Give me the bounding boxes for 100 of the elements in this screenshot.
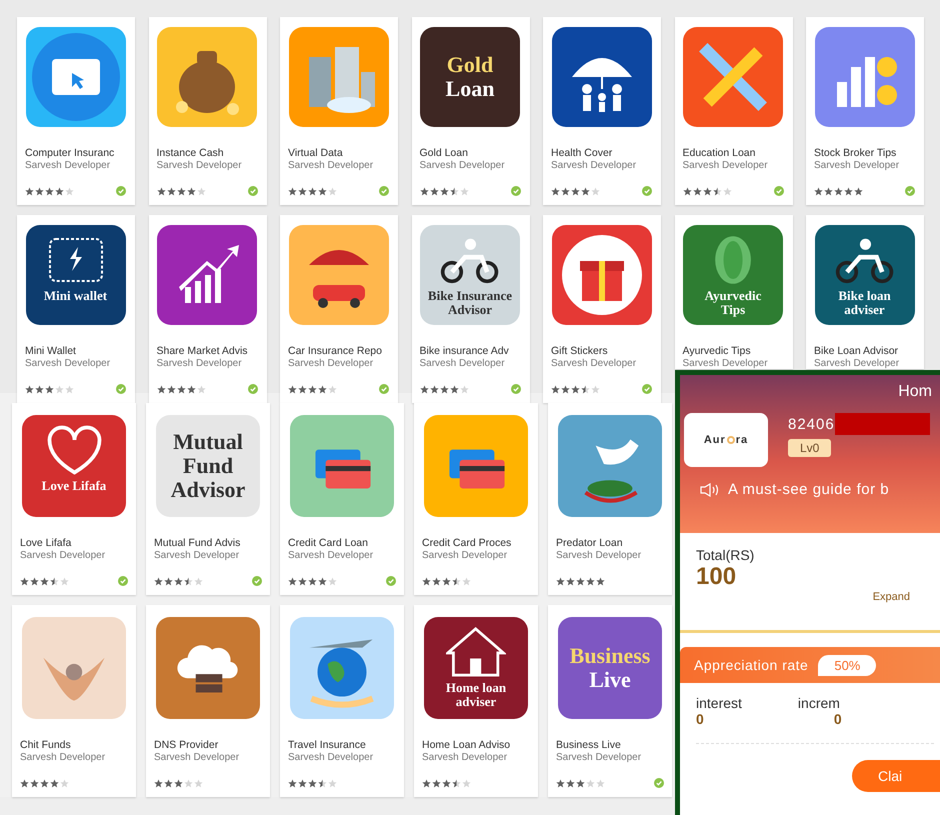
developer-name: Sarvesh Developer xyxy=(420,358,506,369)
app-card[interactable]: Chit Funds Sarvesh Developer xyxy=(12,605,136,797)
stat-value: 0 xyxy=(696,711,705,727)
total-amount: 100 xyxy=(696,563,738,591)
hearts-icon xyxy=(46,425,102,475)
app-title[interactable]: DNS Provider xyxy=(154,739,262,751)
icon-label: Love Lifafa xyxy=(40,479,108,494)
developer-name: Sarvesh Developer xyxy=(422,752,508,763)
app-card[interactable]: Computer Insuranc Sarvesh Developer xyxy=(17,17,135,205)
developer-name: Sarvesh Developer xyxy=(288,550,374,561)
app-card[interactable]: Virtual Data Sarvesh Developer xyxy=(280,17,398,205)
star-icon xyxy=(65,384,74,394)
developer-name: Sarvesh Developer xyxy=(422,550,508,561)
star-icon xyxy=(154,576,163,586)
app-card[interactable]: Stock Broker Tips Sarvesh Developer xyxy=(806,17,924,205)
app-card[interactable]: Credit Card Loan Sarvesh Developer xyxy=(280,403,404,595)
app-card[interactable]: Bike Insurance Advisor Bike insurance Adv Sarvesh Developer xyxy=(412,215,530,403)
screen-title: Hom xyxy=(898,383,932,401)
star-icon xyxy=(318,384,327,394)
app-card[interactable]: Mutual Fund Advisor Mutual Fund Advis Sarvesh Developer xyxy=(146,403,270,595)
star-icon xyxy=(55,384,64,394)
star-icon xyxy=(571,186,580,196)
app-card[interactable]: Education Loan Sarvesh Developer xyxy=(674,17,792,205)
icon-label: Ayurvedic xyxy=(704,289,762,304)
star-icon xyxy=(154,778,163,788)
star-icon xyxy=(166,186,176,196)
star-icon xyxy=(566,778,575,788)
app-title[interactable]: Mutual Fund Advis xyxy=(154,537,262,549)
star-icon xyxy=(156,384,166,394)
app-title[interactable]: Bike insurance Adv xyxy=(420,345,520,357)
stat-label: increm xyxy=(798,695,841,711)
developer-name: Sarvesh Developer xyxy=(25,160,112,171)
developer-name: Sarvesh Developer xyxy=(556,550,642,561)
developer-name: Sarvesh Developer xyxy=(556,752,642,763)
app-title[interactable]: Predator Loan xyxy=(556,537,664,549)
star-icon xyxy=(45,186,54,196)
developer-name: Sarvesh Developer xyxy=(156,358,243,369)
star-icon xyxy=(328,576,337,586)
app-title[interactable]: Mini Wallet xyxy=(25,345,126,357)
star-icon xyxy=(186,186,196,196)
developer-name: Sarvesh Developer xyxy=(288,752,374,763)
star-icon xyxy=(194,576,203,586)
app-card[interactable]: DNS Provider Sarvesh Developer xyxy=(146,605,270,797)
star-icon xyxy=(460,384,468,394)
app-card[interactable]: Bike loan adviser Bike Loan Advisor Sarvesh Developer xyxy=(806,215,924,369)
app-card[interactable]: Instance Cash Sarvesh Developer xyxy=(148,17,266,205)
app-title[interactable]: Business Live xyxy=(556,739,664,751)
star-icon xyxy=(50,778,59,788)
star-icon xyxy=(298,778,307,788)
star-icon xyxy=(308,384,317,394)
app-title[interactable]: Computer Insuranc xyxy=(25,147,126,159)
star-icon xyxy=(460,186,468,196)
app-title[interactable]: Bike Loan Advisor xyxy=(814,345,915,357)
app-title[interactable]: Chit Funds xyxy=(20,739,128,751)
star-icon xyxy=(194,778,203,788)
app-title[interactable]: Share Market Advis xyxy=(156,345,258,357)
star-icon xyxy=(30,576,39,586)
app-card[interactable]: Credit Card Proces Sarvesh Developer xyxy=(414,403,538,595)
star-icon xyxy=(422,778,431,788)
expand-link[interactable]: Expand xyxy=(872,591,910,603)
app-card[interactable]: Home loan adviser Home Loan Adviso Sarvesh Developer xyxy=(414,605,538,797)
app-title[interactable]: Gold Loan xyxy=(420,147,520,159)
app-title[interactable]: Virtual Data xyxy=(288,147,389,159)
star-icon xyxy=(25,384,34,394)
app-card[interactable]: Share Market Advis Sarvesh Developer xyxy=(148,215,266,403)
star-icon xyxy=(586,576,595,586)
app-title[interactable]: Car Insurance Repo xyxy=(288,345,389,357)
app-title[interactable]: Love Lifafa xyxy=(20,537,128,549)
star-icon xyxy=(298,186,307,196)
app-title[interactable]: Gift Stickers xyxy=(551,345,652,357)
app-card[interactable]: Health Cover Sarvesh Developer xyxy=(543,17,661,205)
app-card[interactable]: Gift Stickers Sarvesh Developer xyxy=(543,215,661,403)
star-icon xyxy=(430,384,438,394)
app-title[interactable]: Ayurvedic Tips xyxy=(682,345,784,357)
app-card[interactable]: Business Live Business Live Sarvesh Developer xyxy=(548,605,672,797)
app-card[interactable]: Car Insurance Repo Sarvesh Developer xyxy=(280,215,398,403)
app-title[interactable]: Health Cover xyxy=(551,147,652,159)
app-title[interactable]: Instance Cash xyxy=(156,147,258,159)
app-card[interactable]: Mini wallet Mini Wallet Sarvesh Developer xyxy=(17,215,135,403)
star-icon xyxy=(596,778,605,788)
star-icon xyxy=(452,778,461,788)
rate-label: Appreciation rate xyxy=(694,657,808,673)
app-card[interactable]: Travel Insurance Sarvesh Developer xyxy=(280,605,404,797)
star-icon xyxy=(432,778,441,788)
star-icon xyxy=(25,186,34,196)
star-icon xyxy=(174,576,183,586)
app-card[interactable]: Predator Loan Sarvesh Developer xyxy=(548,403,672,595)
app-title[interactable]: Credit Card Proces xyxy=(422,537,530,549)
app-card[interactable]: Love Lifafa Love Lifafa Sarvesh Developer xyxy=(12,403,136,595)
star-icon xyxy=(442,778,451,788)
app-title[interactable]: Travel Insurance xyxy=(288,739,396,751)
app-title[interactable]: Home Loan Adviso xyxy=(422,739,530,751)
app-card[interactable]: Ayurvedic Tips Ayurvedic Tips Sarvesh Developer xyxy=(674,215,792,369)
app-card[interactable]: Gold Loan Gold Loan Sarvesh Developer xyxy=(412,17,530,205)
star-icon xyxy=(682,186,692,196)
app-title[interactable]: Education Loan xyxy=(682,147,784,159)
app-title[interactable]: Stock Broker Tips xyxy=(814,147,915,159)
app-title[interactable]: Credit Card Loan xyxy=(288,537,396,549)
star-icon xyxy=(442,576,451,586)
star-icon xyxy=(422,576,431,586)
